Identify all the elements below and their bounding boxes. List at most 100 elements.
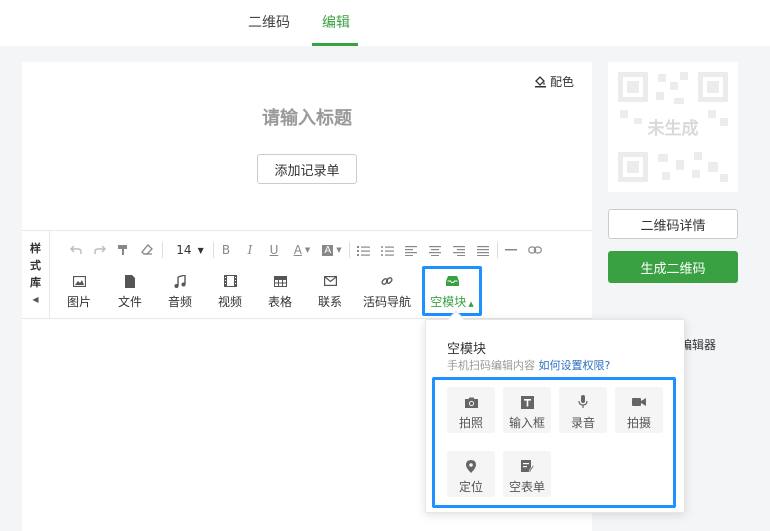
location-icon (466, 459, 476, 473)
insert-file-button[interactable]: 文件 (108, 272, 152, 310)
italic-button[interactable]: I (243, 240, 257, 260)
format-painter-icon (118, 245, 127, 255)
add-form-button[interactable]: 添加记录单 (257, 154, 357, 184)
form-icon (520, 459, 534, 472)
qr-detail-button[interactable]: 二维码详情 (608, 209, 738, 239)
link-icon (381, 277, 393, 285)
horizontal-rule-icon (505, 249, 517, 251)
module-audio-record[interactable]: 录音 (559, 387, 607, 433)
redo-button[interactable] (92, 240, 108, 260)
paint-bucket-icon (535, 76, 546, 88)
style-library-toggle[interactable]: 样 式 库 ◀ (22, 230, 50, 319)
insert-image-button[interactable]: 图片 (57, 272, 101, 310)
horizontal-rule-button[interactable] (503, 240, 519, 260)
tab-qrcode[interactable]: 二维码 (248, 12, 290, 32)
module-label: 录音 (570, 416, 595, 430)
module-location[interactable]: 定位 (447, 451, 495, 497)
module-label: 拍照 (458, 416, 483, 430)
eraser-button[interactable] (139, 240, 155, 260)
toolbar-divider (162, 242, 163, 258)
popup-title: 空模块 (447, 342, 487, 357)
align-center-icon (429, 245, 441, 256)
bg-color-label: A (322, 244, 334, 256)
font-color-button[interactable]: A ▼ (290, 240, 314, 260)
table-icon (273, 275, 287, 287)
format-painter-button[interactable] (115, 240, 131, 260)
bullet-list-button[interactable] (379, 240, 395, 260)
insert-table-button[interactable]: 表格 (258, 272, 302, 310)
ordered-list-icon (356, 245, 370, 256)
palette-button[interactable]: 配色 (534, 73, 574, 90)
style-library-char: 样 (30, 242, 41, 255)
font-size-value: 14 (176, 243, 192, 257)
caret-down-icon: ▼ (336, 246, 342, 254)
style-library-char: 库 (30, 276, 41, 289)
module-video-record[interactable]: 拍摄 (615, 387, 663, 433)
music-icon (174, 274, 186, 288)
module-text-input[interactable]: 输入框 (503, 387, 551, 433)
undo-button[interactable] (68, 240, 84, 260)
palette-label: 配色 (550, 75, 575, 89)
toolbar-divider (349, 242, 350, 258)
permission-help-link[interactable]: 如何设置权限? (539, 359, 611, 372)
mail-icon (323, 276, 337, 286)
align-left-button[interactable] (403, 240, 419, 260)
underline-button[interactable]: U (267, 240, 281, 260)
active-tab-indicator (312, 43, 358, 46)
insert-label: 视频 (217, 295, 242, 309)
insert-label: 音频 (167, 295, 192, 309)
module-label: 定位 (458, 480, 483, 494)
empty-module-highlight (422, 266, 482, 316)
align-left-icon (405, 245, 417, 256)
camera-icon (464, 397, 478, 408)
undo-icon (70, 245, 82, 254)
insert-audio-button[interactable]: 音频 (158, 272, 202, 310)
caret-down-icon: ▼ (197, 245, 204, 255)
redo-icon (94, 245, 106, 254)
image-icon (72, 275, 86, 287)
bold-button[interactable]: B (219, 240, 233, 260)
insert-label: 图片 (66, 295, 91, 309)
align-center-button[interactable] (427, 240, 443, 260)
insert-video-button[interactable]: 视频 (208, 272, 252, 310)
top-bar: 二维码 编辑 (0, 0, 770, 46)
mic-icon (578, 395, 588, 408)
insert-link-button[interactable] (527, 240, 543, 260)
video-camera-icon (632, 398, 646, 406)
bg-color-button[interactable]: A ▼ (320, 240, 344, 260)
align-justify-button[interactable] (475, 240, 491, 260)
module-empty-form[interactable]: 空表单 (503, 451, 551, 497)
title-input[interactable]: 请输入标题 (22, 104, 592, 130)
popup-description: 手机扫码编辑内容 如何设置权限? (447, 357, 610, 373)
insert-label: 表格 (267, 295, 292, 309)
editor-link-partial[interactable]: 编辑器 (680, 336, 716, 353)
popup-desc-text: 手机扫码编辑内容 (447, 359, 535, 372)
insert-live-code-nav-button[interactable]: 活码导航 (360, 272, 414, 310)
style-library-char: 式 (30, 259, 41, 272)
video-icon (223, 275, 237, 287)
toolbar-divider (497, 242, 498, 258)
font-color-label: A (293, 243, 302, 257)
file-icon (125, 274, 135, 288)
align-justify-icon (477, 245, 489, 256)
eraser-icon (141, 244, 153, 255)
tab-edit[interactable]: 编辑 (322, 12, 350, 32)
module-photo[interactable]: 拍照 (447, 387, 495, 433)
text-icon (520, 395, 534, 409)
font-size-select[interactable]: 14 ▼ (172, 240, 208, 260)
insert-contact-button[interactable]: 联系 (308, 272, 352, 310)
ordered-list-button[interactable] (355, 240, 371, 260)
qr-code-placeholder: 未生成 (608, 62, 738, 192)
bullet-list-icon (380, 245, 394, 256)
align-right-icon (453, 245, 465, 256)
module-label: 拍摄 (626, 416, 651, 430)
align-right-button[interactable] (451, 240, 467, 260)
generate-qr-button[interactable]: 生成二维码 (608, 251, 738, 283)
toolbar-divider (213, 242, 214, 258)
link-icon (528, 246, 542, 254)
caret-down-icon: ▼ (304, 246, 311, 254)
module-label: 输入框 (508, 416, 545, 430)
qr-status-text: 未生成 (647, 119, 699, 139)
insert-label: 联系 (317, 295, 342, 309)
module-label: 空表单 (508, 480, 545, 494)
